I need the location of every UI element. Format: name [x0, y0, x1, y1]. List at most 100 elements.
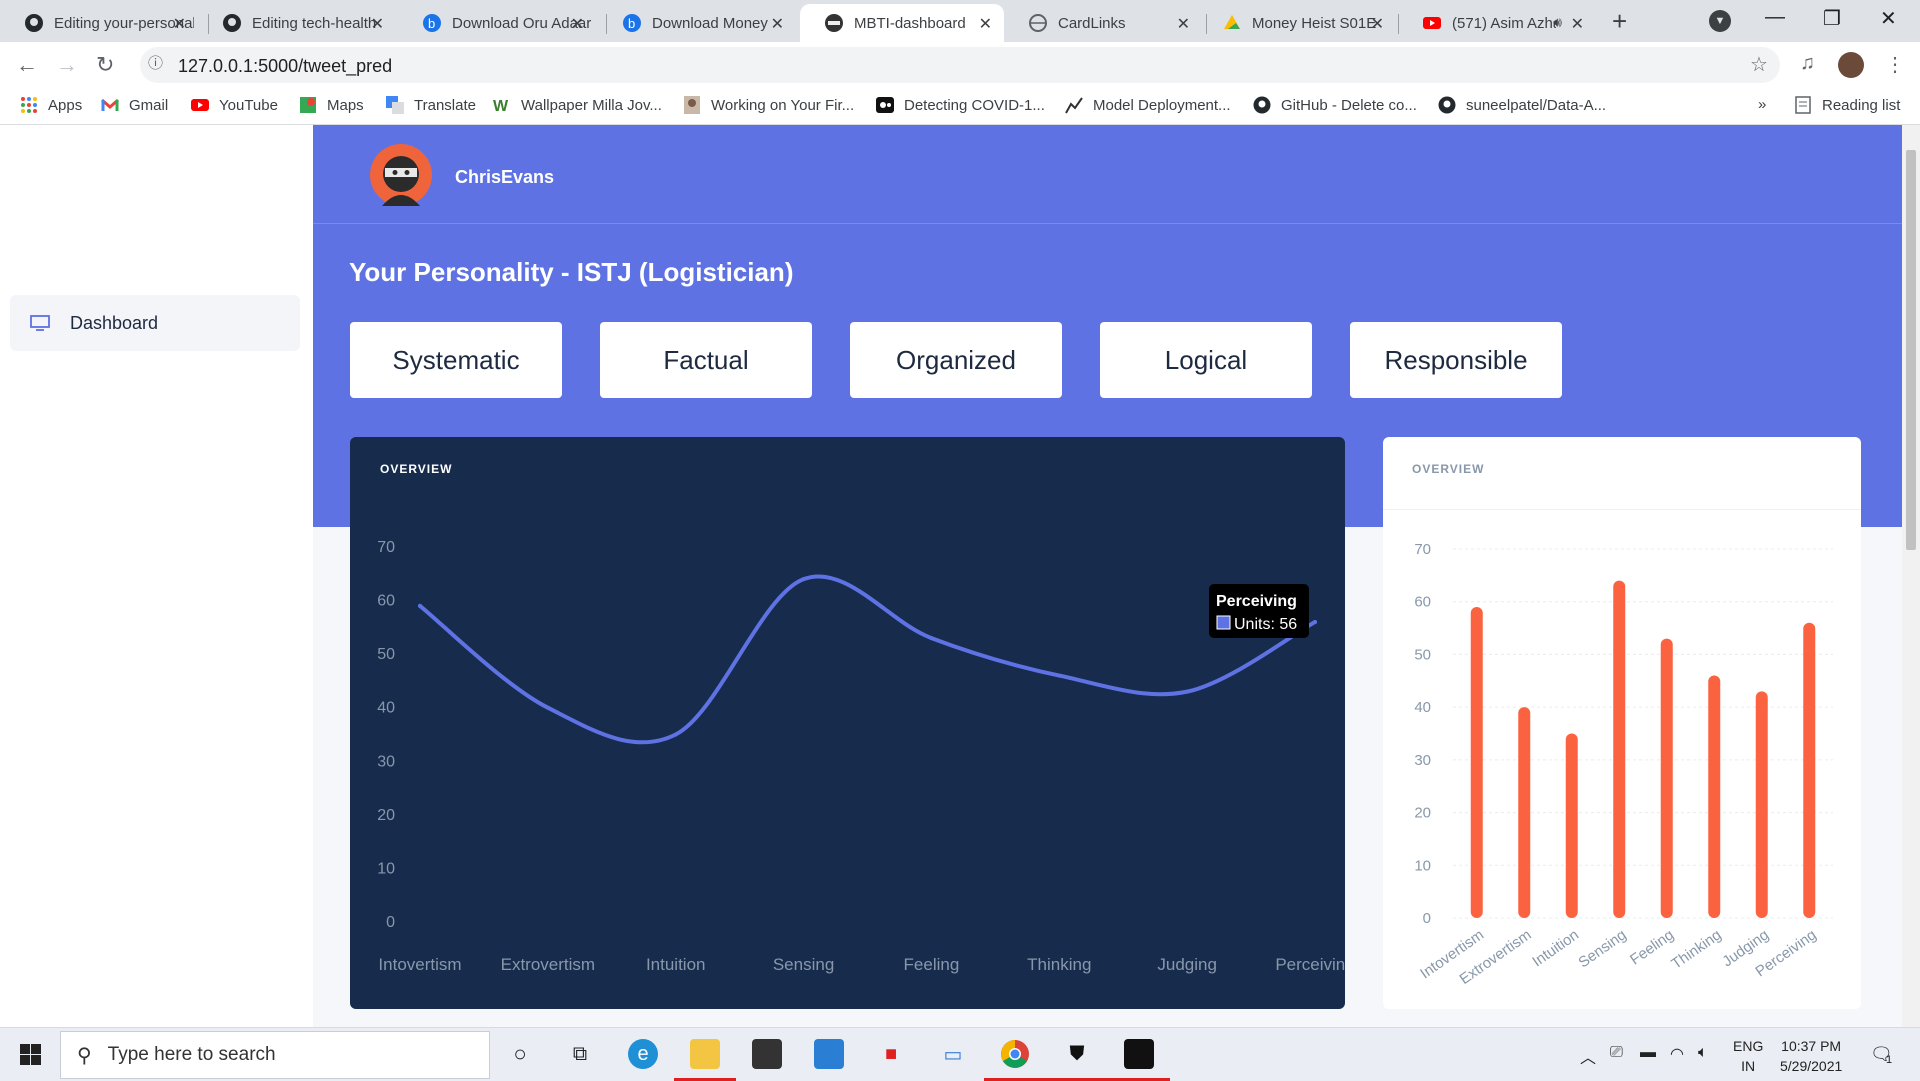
- bookmark-star-icon[interactable]: ☆: [1750, 52, 1768, 77]
- bookmark-covid[interactable]: Detecting COVID-1...: [876, 96, 1045, 114]
- data-point: [545, 705, 550, 710]
- browser-tab[interactable]: b Download Money ✕: [598, 4, 796, 42]
- reading-list-button[interactable]: Reading list: [1794, 96, 1900, 114]
- drive-icon: [1224, 15, 1240, 29]
- scrollbar-thumb[interactable]: [1906, 150, 1916, 550]
- y-tick-label: 10: [377, 860, 395, 877]
- forward-arrow-icon[interactable]: →: [56, 52, 78, 78]
- store-icon[interactable]: [752, 1039, 782, 1069]
- task-view-icon[interactable]: ⧉: [565, 1039, 595, 1069]
- data-point: [801, 577, 806, 582]
- tray-chevron-icon[interactable]: ︿: [1580, 1044, 1596, 1068]
- minimize-icon[interactable]: —: [1765, 6, 1785, 29]
- profile-avatar[interactable]: [1838, 52, 1864, 78]
- bookmark-github-delete[interactable]: GitHub - Delete co...: [1253, 96, 1417, 114]
- maps-icon: [300, 97, 316, 113]
- taskbar-search[interactable]: ⚲ Type here to search: [60, 1031, 490, 1079]
- language-indicator[interactable]: ENG IN: [1733, 1036, 1763, 1076]
- mail-icon[interactable]: [814, 1039, 844, 1069]
- restore-icon[interactable]: ❐: [1823, 6, 1841, 31]
- back-arrow-icon[interactable]: ←: [16, 52, 38, 78]
- y-tick-label: 20: [377, 807, 395, 824]
- close-icon[interactable]: ✕: [1371, 14, 1384, 34]
- y-tick-label: 70: [1414, 541, 1431, 558]
- ninja-avatar[interactable]: [370, 144, 432, 206]
- volume-icon[interactable]: 🔈︎: [1698, 1044, 1708, 1062]
- github-icon: [1253, 96, 1271, 114]
- wifi-icon[interactable]: ◠: [1670, 1044, 1684, 1064]
- reading-list-icon: [1795, 96, 1811, 114]
- close-icon[interactable]: ✕: [1177, 14, 1190, 34]
- close-icon[interactable]: ✕: [1571, 14, 1584, 34]
- bookmarks-overflow-icon[interactable]: »: [1758, 96, 1766, 113]
- meet-now-icon[interactable]: ⎚: [1610, 1044, 1623, 1062]
- browser-tab[interactable]: b Download Oru Adaar ✕: [398, 4, 596, 42]
- browser-tab[interactable]: (571) Asim Azhar 🔊︎ ✕: [1398, 4, 1596, 42]
- bookmark-wallpaper[interactable]: W Wallpaper Milla Jov...: [493, 96, 662, 115]
- bookmark-label: Translate: [414, 96, 476, 114]
- edge-icon[interactable]: e: [628, 1039, 658, 1069]
- cortana-icon[interactable]: ○: [505, 1039, 535, 1069]
- person-icon: [684, 96, 700, 114]
- sidebar-item-dashboard[interactable]: Dashboard: [10, 295, 300, 351]
- ninja-icon: [825, 14, 843, 32]
- apps-grid-icon: [21, 97, 37, 113]
- chrome-icon[interactable]: [1000, 1039, 1030, 1069]
- bar-chart[interactable]: 010203040506070IntovertismExtrovertismIn…: [1383, 437, 1861, 1009]
- close-icon[interactable]: ✕: [771, 14, 784, 34]
- bing-icon: b: [623, 14, 641, 32]
- gift-icon[interactable]: ■: [876, 1039, 906, 1069]
- tab-title: (571) Asim Azhar: [1452, 14, 1556, 32]
- bookmark-working[interactable]: Working on Your Fir...: [683, 96, 854, 114]
- youtube-icon: [1423, 17, 1441, 29]
- x-tick-label: Thinking: [1668, 926, 1724, 972]
- close-icon[interactable]: ✕: [371, 14, 384, 34]
- page-scrollbar[interactable]: [1902, 125, 1920, 1027]
- x-tick-label: Sensing: [1575, 926, 1629, 971]
- bookmark-maps[interactable]: Maps: [299, 96, 364, 114]
- close-icon[interactable]: ✕: [979, 14, 992, 34]
- media-control-icon[interactable]: ♫: [1800, 52, 1815, 75]
- bookmark-model-deployment[interactable]: Model Deployment...: [1065, 96, 1231, 114]
- region-code: IN: [1741, 1058, 1756, 1074]
- personality-heading: Your Personality - ISTJ (Logistician): [349, 257, 794, 287]
- reload-icon[interactable]: ↻: [96, 52, 114, 78]
- browser-tab-active[interactable]: MBTI-dashboard ✕: [800, 4, 1004, 42]
- browser-toolbar: ← → ↻ ⓘ 127.0.0.1:5000/tweet_pred ☆ ♫ ⋮: [0, 42, 1920, 88]
- system-clock[interactable]: 10:37 PM 5/29/2021: [1780, 1036, 1842, 1076]
- bookmark-label: Wallpaper Milla Jov...: [521, 96, 662, 114]
- tooltip-title: Perceiving: [1216, 593, 1297, 610]
- bar-chart-card: OVERVIEW 0 10 20 30 40 50 60 70 Intovertism Extro…: [1383, 437, 1861, 1009]
- line-chart[interactable]: 0 10 20 30 40 50 60 70 Intovertism Extrovertism In…: [350, 437, 1345, 1009]
- browser-tab[interactable]: Editing tech-health ✕: [198, 4, 396, 42]
- laptop-icon[interactable]: ▭: [938, 1039, 968, 1069]
- new-tab-button[interactable]: +: [1612, 6, 1627, 37]
- browser-tab[interactable]: CardLinks ✕: [1004, 4, 1202, 42]
- file-explorer-icon[interactable]: [690, 1039, 720, 1069]
- tab-search-icon[interactable]: ▼: [1709, 10, 1731, 32]
- bookmark-youtube[interactable]: YouTube: [191, 96, 278, 114]
- bookmark-apps[interactable]: Apps: [20, 96, 82, 114]
- site-info-icon[interactable]: ⓘ: [148, 52, 163, 73]
- bookmark-gmail[interactable]: Gmail: [101, 96, 168, 114]
- browser-tab[interactable]: Editing your-personality ✕: [0, 4, 198, 42]
- y-tick-label: 30: [377, 753, 395, 770]
- windows-start-icon[interactable]: [20, 1044, 41, 1065]
- bookmark-suneelpatel[interactable]: suneelpatel/Data-A...: [1438, 96, 1606, 114]
- menu-kebab-icon[interactable]: ⋮: [1885, 52, 1905, 77]
- close-icon[interactable]: ✕: [173, 14, 186, 34]
- browser-tab[interactable]: Money Heist S01E ✕: [1198, 4, 1396, 42]
- terminal-icon[interactable]: [1124, 1039, 1154, 1069]
- url-text[interactable]: 127.0.0.1:5000/tweet_pred: [178, 56, 392, 77]
- close-icon[interactable]: ✕: [571, 14, 584, 34]
- search-icon: ⚲: [77, 1044, 92, 1067]
- battery-icon[interactable]: ▬: [1640, 1044, 1656, 1062]
- close-window-icon[interactable]: ✕: [1880, 6, 1897, 31]
- security-shield-icon[interactable]: ⛊: [1062, 1039, 1092, 1069]
- bookmark-translate[interactable]: Translate: [386, 96, 476, 114]
- video-icon: [876, 97, 894, 113]
- audio-icon[interactable]: 🔊︎: [1553, 14, 1562, 31]
- username[interactable]: ChrisEvans: [455, 167, 554, 188]
- x-tick-label: Feeling: [904, 955, 960, 974]
- data-point: [673, 732, 678, 737]
